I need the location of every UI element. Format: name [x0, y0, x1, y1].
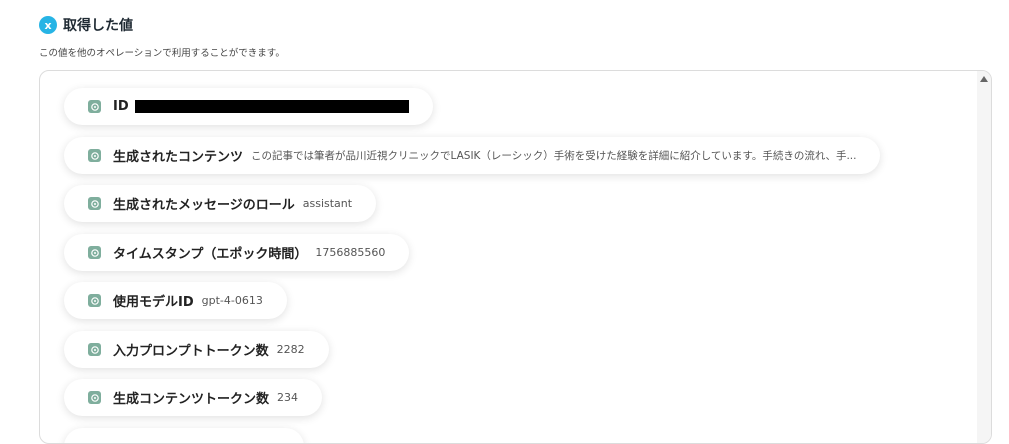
openai-icon: [88, 343, 101, 356]
value-item-timestamp[interactable]: タイムスタンプ（エポック時間） 1756885560: [64, 234, 410, 271]
value-item-label: 生成されたメッセージのロール: [113, 198, 295, 213]
value-item-label: 生成コンテンツトークン数: [113, 392, 270, 407]
openai-icon: [88, 294, 101, 307]
section-header: x 取得した値: [39, 14, 133, 36]
openai-icon: [88, 197, 101, 210]
value-item-value: 234: [277, 391, 299, 404]
value-item-prompt-tokens[interactable]: 入力プロンプトトークン数 2282: [64, 331, 329, 368]
value-item-model-id[interactable]: 使用モデルID gpt-4-0613: [64, 282, 287, 319]
value-item-value: 1756885560: [315, 246, 386, 259]
values-panel: ID 生成されたコンテンツ この記事では筆者が品川近視クリニックでLASIK（レ…: [39, 70, 992, 444]
openai-icon: [88, 246, 101, 259]
value-item-completion-tokens[interactable]: 生成コンテンツトークン数 234: [64, 379, 323, 416]
section-subtitle: この値を他のオペレーションで利用することができます。: [39, 48, 285, 59]
value-item-value: 2282: [276, 343, 305, 356]
value-item-label: タイムスタンプ（エポック時間）: [113, 247, 308, 262]
value-item-generated-content[interactable]: 生成されたコンテンツ この記事では筆者が品川近視クリニックでLASIK（レーシッ…: [64, 137, 881, 174]
value-item-label: 使用モデルID: [113, 295, 194, 310]
value-item-partial[interactable]: [64, 428, 304, 443]
value-item-value: gpt-4-0613: [201, 294, 263, 307]
openai-icon: [88, 149, 101, 162]
scroll-up-arrow-icon[interactable]: [980, 76, 988, 82]
section-title: 取得した値: [63, 18, 133, 34]
openai-icon: [88, 100, 101, 113]
value-item-value: assistant: [302, 197, 353, 210]
value-item-label: 生成されたコンテンツ: [113, 150, 244, 165]
redaction-bar: [134, 100, 409, 113]
value-item-label: ID: [113, 99, 129, 114]
scrollbar[interactable]: [977, 71, 991, 443]
value-item-value: この記事では筆者が品川近視クリニックでLASIK（レーシック）手術を受けた経験を…: [251, 150, 857, 162]
value-item-id[interactable]: ID: [64, 88, 433, 125]
openai-icon: [88, 391, 101, 404]
x-badge-icon: x: [39, 16, 57, 34]
value-item-label: 入力プロンプトトークン数: [113, 344, 269, 359]
value-item-message-role[interactable]: 生成されたメッセージのロール assistant: [64, 185, 377, 222]
